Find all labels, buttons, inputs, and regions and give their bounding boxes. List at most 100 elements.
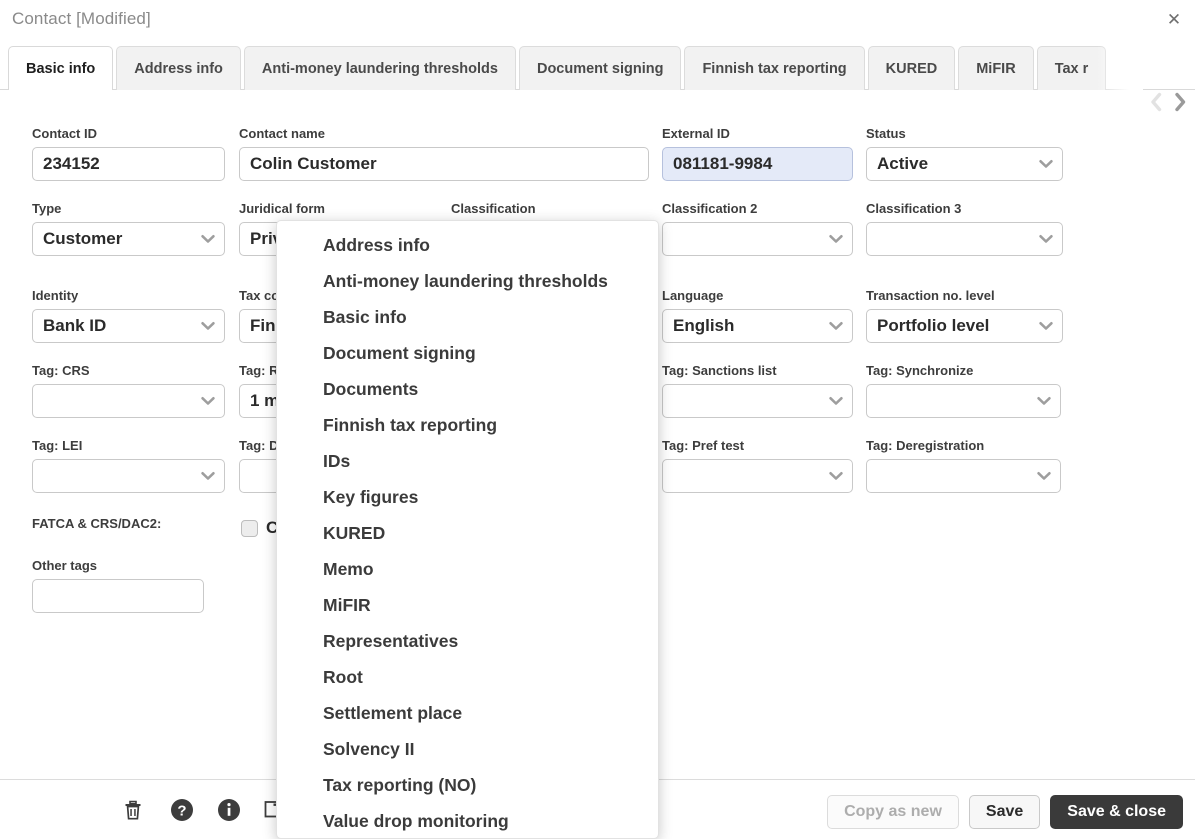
- label-tag-pref-test: Tag: Pref test: [662, 438, 745, 453]
- language-select[interactable]: English: [662, 309, 853, 343]
- svg-text:?: ?: [177, 803, 186, 820]
- tag-deregistration-select[interactable]: [866, 459, 1061, 493]
- tag-sanctions-list-select[interactable]: [662, 384, 853, 418]
- dropdown-item-finnish-tax-reporting[interactable]: Finnish tax reporting: [277, 407, 658, 443]
- chevron-down-icon: [829, 235, 843, 244]
- tab-document-signing[interactable]: Document signing: [518, 46, 682, 90]
- chevron-down-icon: [829, 322, 843, 331]
- dropdown-item-memo[interactable]: Memo: [277, 551, 658, 587]
- tab-basic-info[interactable]: Basic info: [8, 46, 114, 90]
- footer-actions: Copy as new Save Save & close: [827, 795, 1183, 829]
- tab-nav: [1145, 88, 1191, 116]
- other-tags-input[interactable]: [32, 579, 204, 613]
- label-identity: Identity: [32, 288, 79, 303]
- chevron-down-icon: [1037, 397, 1051, 406]
- tab-label: Anti-money laundering thresholds: [261, 60, 498, 77]
- chevron-down-icon: [1039, 160, 1053, 169]
- close-icon[interactable]: ✕: [1159, 6, 1189, 34]
- tab-label: KURED: [885, 60, 938, 77]
- contact-dialog: Contact [Modified] ✕ Basic info Address i…: [0, 0, 1195, 839]
- status-select[interactable]: Active: [866, 147, 1063, 181]
- dropdown-item-representatives[interactable]: Representatives: [277, 623, 658, 659]
- contact-id-input[interactable]: 234152: [32, 147, 225, 181]
- dropdown-item-kured[interactable]: KURED: [277, 515, 658, 551]
- dropdown-item-label: Basic info: [323, 306, 407, 327]
- dropdown-item-basic-info[interactable]: Basic info: [277, 299, 658, 335]
- field-tag-deregistration: Tag: Deregistration: [866, 438, 1061, 493]
- label-juridical-form: Juridical form: [239, 201, 325, 216]
- save-and-close-button[interactable]: Save & close: [1050, 795, 1183, 829]
- tab-mifir[interactable]: MiFIR: [958, 46, 1034, 90]
- save-button[interactable]: Save: [968, 795, 1041, 829]
- tab-anti-money-laundering-thresholds[interactable]: Anti-money laundering thresholds: [243, 46, 516, 90]
- tag-crs-select[interactable]: [32, 384, 225, 418]
- label-classification: Classification: [451, 201, 536, 216]
- dropdown-item-ids[interactable]: IDs: [277, 443, 658, 479]
- tab-finnish-tax-reporting[interactable]: Finnish tax reporting: [684, 46, 865, 90]
- external-id-input[interactable]: 081181-9984: [662, 147, 853, 181]
- dropdown-item-tax-reporting-no[interactable]: Tax reporting (NO): [277, 767, 658, 803]
- label-other-tags: Other tags: [32, 558, 98, 573]
- label-tag-lei: Tag: LEI: [32, 438, 83, 453]
- dropdown-item-key-figures[interactable]: Key figures: [277, 479, 658, 515]
- classification-3-select[interactable]: [866, 222, 1063, 256]
- tab-label: Document signing: [536, 60, 664, 77]
- field-classification-2: Classification 2: [662, 201, 853, 256]
- dropdown-item-label: MiFIR: [323, 594, 371, 615]
- tag-pref-test-select[interactable]: [662, 459, 853, 493]
- dropdown-item-mifir[interactable]: MiFIR: [277, 587, 658, 623]
- dropdown-item-label: Tax reporting (NO): [323, 774, 477, 795]
- language-value: English: [673, 316, 735, 335]
- transaction-no-level-value: Portfolio level: [877, 316, 990, 335]
- dropdown-item-settlement-place[interactable]: Settlement place: [277, 695, 658, 731]
- dropdown-item-address-info[interactable]: Address info: [277, 227, 658, 263]
- dropdown-item-label: Memo: [323, 558, 374, 579]
- dialog-titlebar: Contact [Modified] ✕: [0, 0, 1195, 40]
- dropdown-item-solvency-ii[interactable]: Solvency II: [277, 731, 658, 767]
- chevron-down-icon: [201, 322, 215, 331]
- trash-icon[interactable]: [118, 795, 148, 825]
- chevron-down-icon: [201, 397, 215, 406]
- fatca-checkbox[interactable]: [241, 519, 258, 537]
- transaction-no-level-select[interactable]: Portfolio level: [866, 309, 1063, 343]
- identity-select[interactable]: Bank ID: [32, 309, 225, 343]
- tab-tax-r[interactable]: Tax r: [1036, 46, 1107, 90]
- chevron-right-icon[interactable]: [1169, 88, 1191, 116]
- tab-selector-dropdown[interactable]: Address info Anti-money laundering thresh…: [276, 220, 659, 839]
- field-contact-name: Contact name Colin Customer: [239, 126, 649, 181]
- field-tag-crs: Tag: CRS: [32, 363, 225, 418]
- tab-list: Basic info Address info Anti-money launder…: [8, 46, 1107, 90]
- field-transaction-no-level: Transaction no. level Portfolio level: [866, 288, 1063, 343]
- tab-address-info[interactable]: Address info: [116, 46, 241, 90]
- dropdown-item-label: IDs: [323, 450, 351, 471]
- dropdown-item-root[interactable]: Root: [277, 659, 658, 695]
- dropdown-item-document-signing[interactable]: Document signing: [277, 335, 658, 371]
- tab-kured[interactable]: KURED: [867, 46, 956, 90]
- contact-name-input[interactable]: Colin Customer: [239, 147, 649, 181]
- label-transaction-no-level: Transaction no. level: [866, 288, 995, 303]
- tab-label: Tax r: [1054, 60, 1089, 77]
- dropdown-item-label: Settlement place: [323, 702, 463, 723]
- type-value: Customer: [43, 229, 123, 248]
- status-value: Active: [877, 154, 929, 173]
- chevron-down-icon: [1039, 322, 1053, 331]
- field-other-tags: Other tags: [32, 558, 204, 613]
- chevron-left-icon[interactable]: [1145, 88, 1167, 116]
- info-circle-icon[interactable]: [214, 795, 244, 825]
- chevron-down-icon: [1039, 235, 1053, 244]
- classification-2-select[interactable]: [662, 222, 853, 256]
- tab-label: Finnish tax reporting: [702, 60, 847, 77]
- field-contact-id: Contact ID 234152: [32, 126, 225, 181]
- dropdown-item-documents[interactable]: Documents: [277, 371, 658, 407]
- chevron-down-icon: [1037, 472, 1051, 481]
- chevron-down-icon: [829, 472, 843, 481]
- tag-lei-select[interactable]: [32, 459, 225, 493]
- label-language: Language: [662, 288, 724, 303]
- dropdown-item-anti-money-laundering-thresholds[interactable]: Anti-money laundering thresholds: [277, 263, 658, 299]
- tag-synchronize-select[interactable]: [866, 384, 1061, 418]
- type-select[interactable]: Customer: [32, 222, 225, 256]
- question-circle-icon[interactable]: ?: [167, 795, 197, 825]
- label-tag-deregistration: Tag: Deregistration: [866, 438, 985, 453]
- copy-as-new-button[interactable]: Copy as new: [827, 795, 959, 829]
- dropdown-item-value-drop-monitoring[interactable]: Value drop monitoring: [277, 803, 658, 838]
